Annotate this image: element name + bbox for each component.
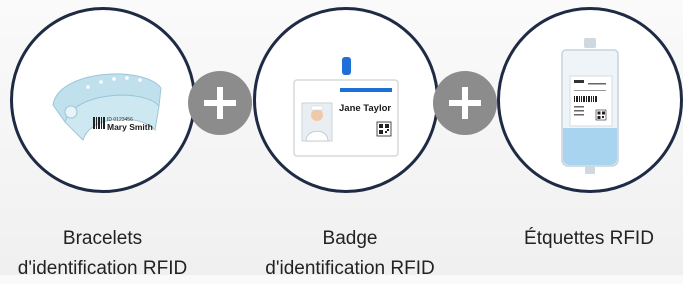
wristband-label-line1: Bracelets (62, 228, 143, 249)
badge-qr-code (376, 121, 392, 137)
badge-circle: Jane Taylor (253, 7, 439, 193)
iv-bag-circle (497, 7, 683, 193)
plus-icon (188, 71, 252, 135)
wristband-circle: ID 0123456 Mary Smith (10, 7, 196, 193)
labels-label-line1: Étquettes RFID (524, 228, 654, 249)
wristband-barcode (93, 117, 105, 129)
badge-label-line2: d'identification RFID (265, 258, 435, 279)
badge-label: Badge d'identification RFID (240, 224, 460, 284)
labels-label: Étquettes RFID (495, 224, 683, 254)
wristband-name-text: Mary Smith (107, 122, 153, 132)
badge-label-line1: Badge (322, 228, 378, 249)
iv-label-qr-code (595, 109, 607, 121)
wristband-icon: ID 0123456 Mary Smith (52, 73, 162, 141)
wristband-label-line2: d'identification RFID (17, 258, 188, 279)
wristband-label: Bracelets d'identification RFID (0, 224, 205, 284)
badge-name-text: Jane Taylor (339, 103, 391, 114)
id-badge-icon: Jane Taylor (293, 57, 399, 157)
iv-bag-label-icon (561, 38, 619, 174)
plus-icon (433, 71, 497, 135)
